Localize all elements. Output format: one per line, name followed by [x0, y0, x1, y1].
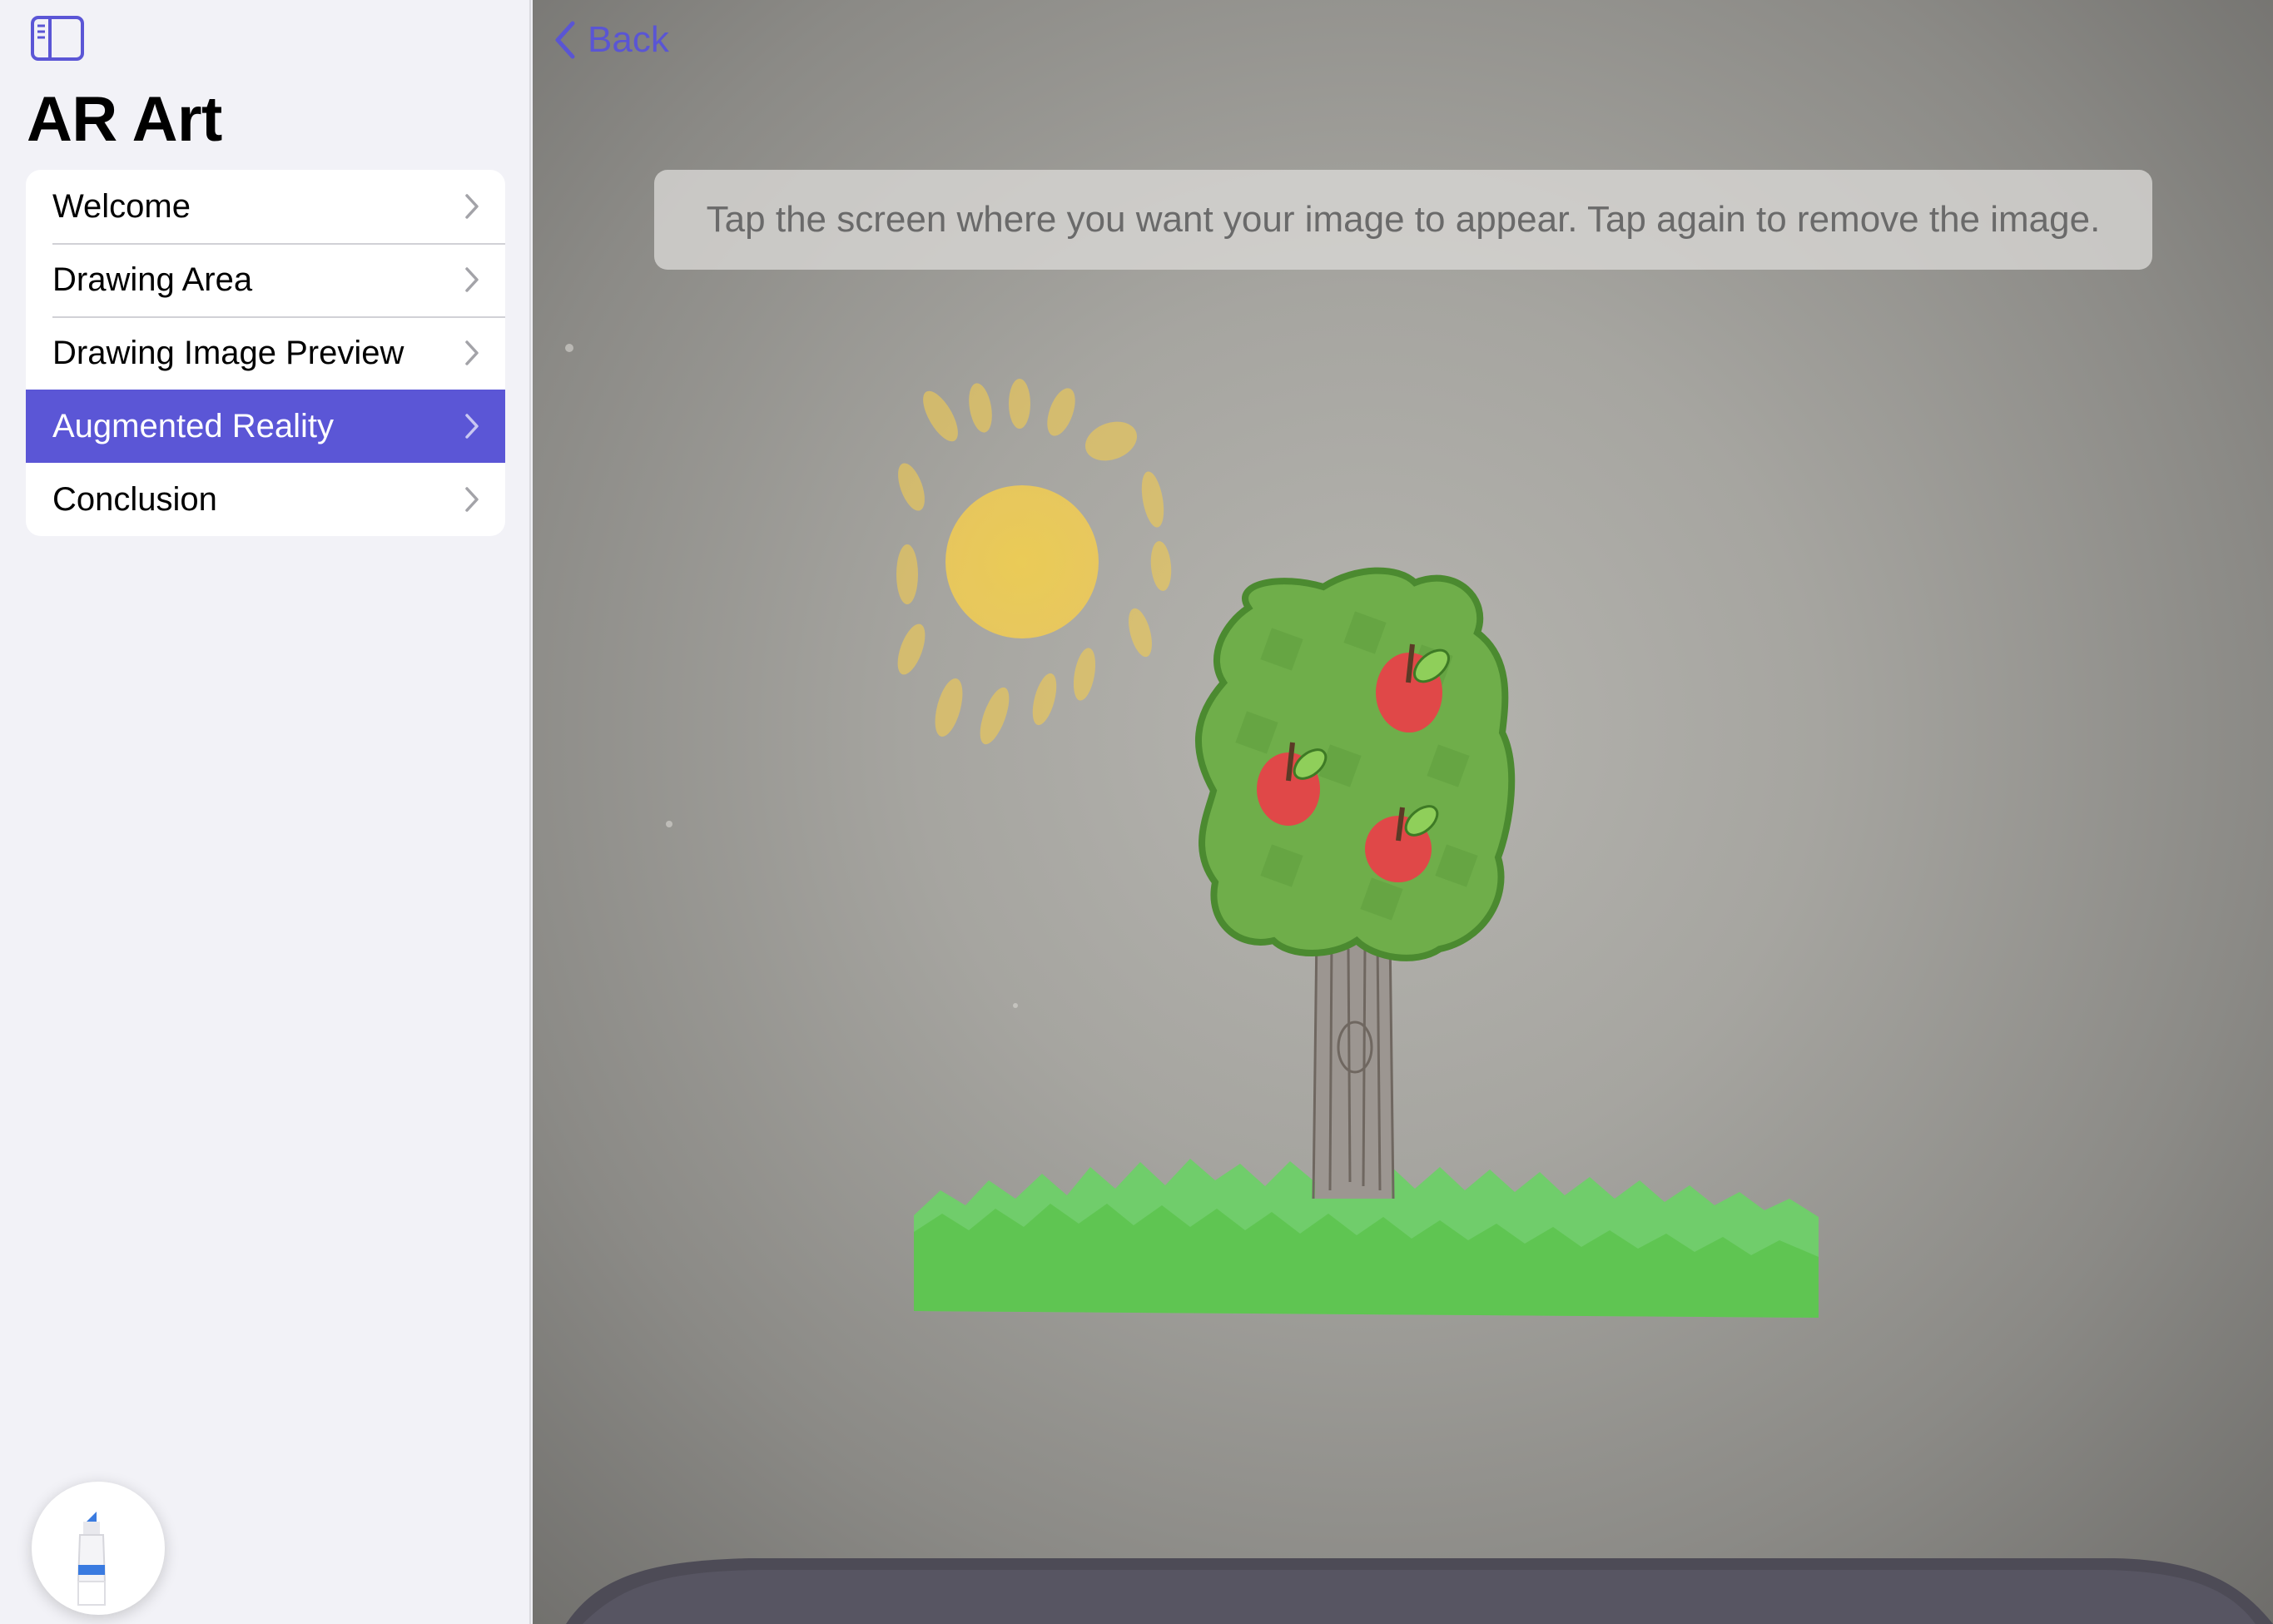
sidebar: AR Art Welcome Drawing Area Drawing Imag…: [0, 0, 531, 1624]
chevron-right-icon: [465, 194, 479, 219]
instruction-banner: Tap the screen where you want your image…: [654, 170, 2152, 270]
pen-tool-button[interactable]: [32, 1482, 165, 1615]
back-button[interactable]: Back: [553, 13, 669, 67]
sidebar-item-label: Augmented Reality: [52, 407, 334, 444]
chevron-right-icon: [465, 414, 479, 439]
tree-canopy-drawing: [1195, 567, 1516, 961]
sidebar-item-drawing-area[interactable]: Drawing Area: [26, 243, 505, 316]
chevron-left-icon: [555, 21, 575, 59]
back-label: Back: [588, 19, 669, 60]
sidebar-item-label: Welcome: [52, 187, 191, 225]
sidebar-item-drawing-image-preview[interactable]: Drawing Image Preview: [26, 316, 505, 390]
chevron-right-icon: [465, 267, 479, 292]
sidebar-item-augmented-reality[interactable]: Augmented Reality: [26, 390, 505, 463]
chevron-right-icon: [465, 487, 479, 512]
sidebar-item-conclusion[interactable]: Conclusion: [26, 463, 505, 536]
sidebar-item-label: Drawing Area: [52, 261, 253, 298]
nav-list: Welcome Drawing Area Drawing Image Previ…: [26, 170, 505, 536]
sun-drawing: [896, 379, 1172, 745]
sidebar-item-welcome[interactable]: Welcome: [26, 170, 505, 243]
tree-trunk-drawing: [1312, 931, 1395, 1199]
sidebar-item-label: Drawing Image Preview: [52, 334, 404, 371]
ar-view[interactable]: Back Tap the screen where you want your …: [533, 0, 2273, 1624]
sidebar-toggle-icon[interactable]: [30, 15, 85, 62]
sidebar-item-label: Conclusion: [52, 480, 217, 518]
app-title: AR Art: [27, 84, 222, 155]
marker-pen-icon: [77, 1512, 107, 1606]
chevron-right-icon: [465, 340, 479, 365]
